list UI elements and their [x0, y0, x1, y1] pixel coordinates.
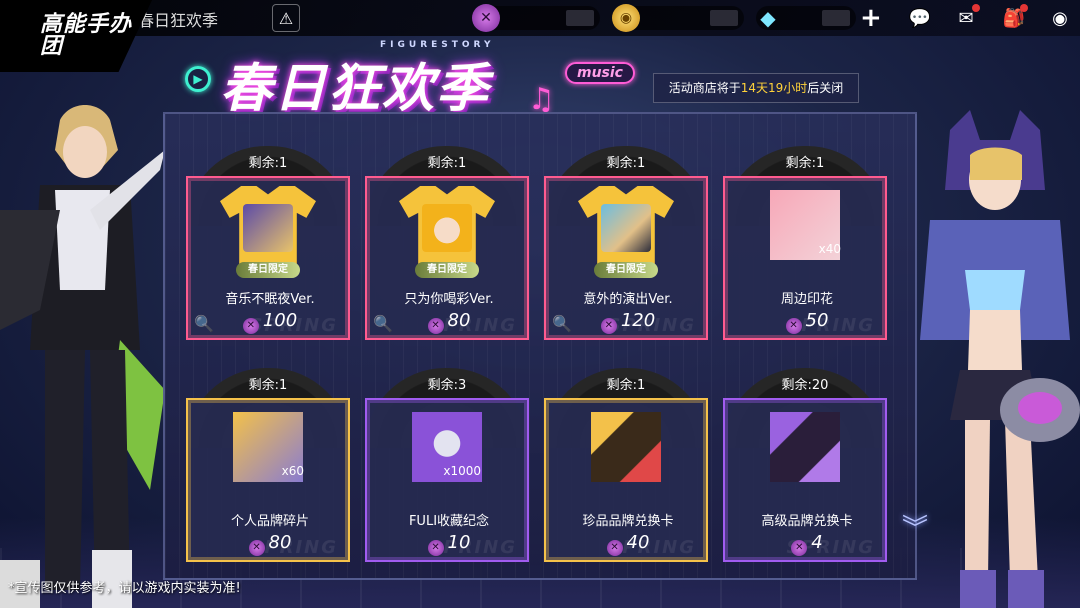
item-quantity: x60	[281, 464, 304, 478]
limited-tag: 春日限定	[594, 262, 658, 278]
item-price: ✕ 80	[188, 532, 352, 556]
remaining-count: 剩余:1	[427, 156, 467, 171]
price-value: 4	[811, 532, 823, 553]
purple-coin-icon: ✕	[248, 540, 265, 556]
card-frame: SPRING x40 周边印花 ✕ 50	[723, 176, 887, 340]
magnifier-icon[interactable]: 🔍	[194, 314, 214, 333]
left-character-illustration	[0, 105, 165, 608]
magnifier-icon[interactable]: 🔍	[373, 314, 393, 333]
limited-tag: 春日限定	[415, 262, 479, 278]
purple-coin-icon: ✕	[785, 318, 802, 334]
magnifier-icon[interactable]: 🔍	[552, 314, 572, 333]
remaining-count: 剩余:1	[248, 156, 288, 171]
mail-notification-dot	[972, 4, 980, 12]
price-value: 80	[268, 532, 292, 553]
shop-item-card[interactable]: 剩余:1 SPRING 珍品品牌兑换卡 ✕ 40	[544, 368, 708, 562]
card-frame: SPRING 春日限定 意外的演出Ver. ✕ 120 🔍	[544, 176, 708, 340]
notice-suffix: 后关闭	[807, 81, 844, 95]
card-frame: SPRING 高级品牌兑换卡 ✕ 4	[723, 398, 887, 562]
shop-close-notice: 活动商店将于14天19小时后关闭	[653, 73, 859, 103]
disclaimer-text: *宣传图仅供参考，请以游戏内实装为准!	[8, 581, 241, 596]
item-quantity: x40	[818, 242, 841, 256]
event-title: 春日狂欢季	[220, 59, 491, 119]
tshirt-art	[601, 204, 651, 252]
eye-settings-icon[interactable]: ◉	[1046, 5, 1074, 31]
shop-item-card[interactable]: 剩余:1 SPRING 春日限定 只为你喝彩Ver. ✕ 80 🔍	[365, 146, 529, 340]
purple-coin-value-redacted	[566, 10, 594, 26]
item-name: 意外的演出Ver.	[583, 292, 673, 307]
diamond-icon: ◆	[760, 6, 776, 30]
purple-coin-icon: ✕	[606, 540, 623, 556]
right-character-illustration	[920, 110, 1080, 608]
shop-item-card[interactable]: 剩余:1 SPRING 春日限定 意外的演出Ver. ✕ 120 🔍	[544, 146, 708, 340]
card-frame: SPRING 春日限定 音乐不眠夜Ver. ✕ 100 🔍	[186, 176, 350, 340]
card-frame: SPRING x60 个人品牌碎片 ✕ 80	[186, 398, 350, 562]
item-price: ✕ 10	[367, 532, 531, 556]
remaining-count: 剩余:1	[785, 156, 825, 171]
shop-item-card[interactable]: 剩余:20 SPRING 高级品牌兑换卡 ✕ 4	[723, 368, 887, 562]
music-neon-badge: music	[565, 62, 635, 84]
item-price: ✕ 40	[546, 532, 710, 556]
remaining-count: 剩余:1	[606, 156, 646, 171]
remaining-count: 剩余:20	[781, 378, 829, 393]
card-frame: SPRING x1000 FULI收藏纪念 ✕ 10	[365, 398, 529, 562]
shop-item-card[interactable]: 剩余:1 SPRING x60 个人品牌碎片 ✕ 80	[186, 368, 350, 562]
purple-coin-icon: ✕	[600, 318, 617, 334]
diamond-value-redacted	[822, 10, 850, 26]
remaining-count: 剩余:1	[606, 378, 646, 393]
tshirt-art	[243, 204, 293, 252]
shop-item-card[interactable]: 剩余:1 SPRING x40 周边印花 ✕ 50	[723, 146, 887, 340]
top-bar: ◀ 春日狂欢季 ⚠ ✕ ◉ ◆ + 💬 ✉ 🎒 ◉	[0, 0, 1080, 36]
gold-coin-value-redacted	[710, 10, 738, 26]
item-name: 珍品品牌兑换卡	[582, 514, 674, 529]
item-name: 只为你喝彩Ver.	[404, 292, 494, 307]
play-button-neon-icon: ▶	[185, 66, 211, 92]
notice-triangle-icon[interactable]: ⚠	[272, 4, 300, 32]
price-value: 100	[262, 310, 298, 331]
backpack-notification-dot	[1020, 4, 1028, 12]
item-name: FULI收藏纪念	[408, 514, 490, 529]
purple-coin-icon: ✕	[242, 318, 259, 334]
limited-tag: 春日限定	[236, 262, 300, 278]
purple-coin-icon: ✕	[427, 540, 444, 556]
game-logo-text: 高能手办团	[40, 12, 133, 59]
notice-prefix: 活动商店将于	[668, 81, 741, 95]
recharge-plus-button[interactable]: +	[860, 5, 882, 31]
item-price: ✕ 4	[725, 532, 889, 556]
mail-icon[interactable]: ✉	[952, 4, 980, 31]
chat-bubble-icon[interactable]: 💬	[906, 5, 934, 31]
price-value: 80	[447, 310, 471, 331]
page-title: 春日狂欢季	[138, 11, 219, 30]
price-value: 40	[626, 532, 650, 553]
diamond-counter: ◆	[756, 6, 856, 30]
backpack-icon[interactable]: 🎒	[1000, 4, 1028, 31]
item-name: 高级品牌兑换卡	[761, 514, 853, 529]
tshirt-art	[422, 204, 472, 252]
purple-coin-icon: ✕	[791, 540, 808, 556]
price-value: 10	[447, 532, 471, 553]
card-frame: SPRING 春日限定 只为你喝彩Ver. ✕ 80 🔍	[365, 176, 529, 340]
item-price: ✕ 50	[725, 310, 889, 334]
game-logo: 高能手办团	[0, 0, 152, 72]
card-frame: SPRING 珍品品牌兑换卡 ✕ 40	[544, 398, 708, 562]
shop-item-card[interactable]: 剩余:3 SPRING x1000 FULI收藏纪念 ✕ 10	[365, 368, 529, 562]
scroll-down-chevron-icon[interactable]: ︾	[898, 516, 932, 556]
remaining-count: 剩余:1	[248, 378, 288, 393]
gold-coin-icon: ◉	[612, 4, 640, 32]
item-name: 周边印花	[780, 292, 833, 307]
item-name: 个人品牌碎片	[230, 514, 309, 529]
price-value: 120	[620, 310, 656, 331]
rare-brand-card-image	[591, 412, 661, 482]
remaining-count: 剩余:3	[427, 378, 467, 393]
shop-item-card[interactable]: 剩余:1 SPRING 春日限定 音乐不眠夜Ver. ✕ 100 🔍	[186, 146, 350, 340]
purple-coin-icon: ✕	[472, 4, 500, 32]
purple-coin-counter: ✕	[472, 4, 600, 32]
price-value: 50	[805, 310, 829, 331]
item-name: 音乐不眠夜Ver.	[225, 292, 315, 307]
purple-coin-icon: ✕	[427, 318, 444, 334]
gold-coin-counter: ◉	[612, 4, 744, 32]
item-quantity: x1000	[443, 464, 481, 478]
notice-time-remaining: 14天19小时	[740, 81, 808, 95]
premium-brand-card-image	[770, 412, 840, 482]
